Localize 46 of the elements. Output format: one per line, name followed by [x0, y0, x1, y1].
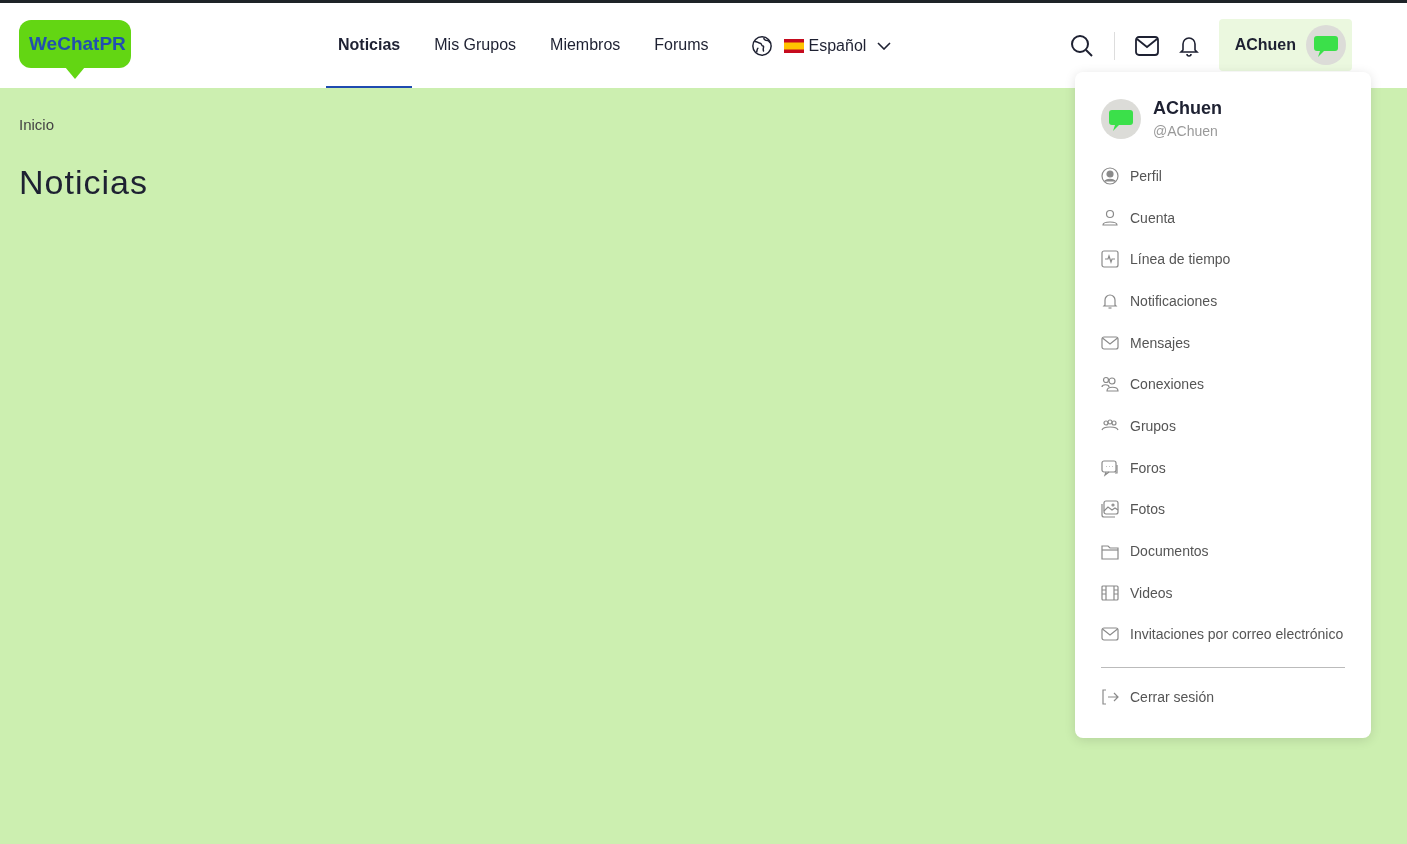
user-handle: @AChuen — [1153, 123, 1219, 139]
logout-link[interactable]: Cerrar sesión — [1130, 689, 1215, 706]
menu-item[interactable]: Videos — [1130, 584, 1173, 601]
logo[interactable]: WeChatPR — [19, 20, 131, 79]
nav-link[interactable]: Miembros — [538, 3, 633, 88]
chat-icon — [1101, 458, 1119, 477]
nav-link[interactable]: Forums — [642, 3, 721, 88]
envelope-icon — [1101, 625, 1119, 644]
page-title: Noticias — [19, 163, 148, 202]
bell-icon[interactable] — [1178, 34, 1199, 57]
image-icon — [1101, 500, 1119, 519]
globe-icon[interactable] — [750, 34, 773, 57]
menu-item[interactable]: Notificaciones — [1130, 292, 1218, 309]
menu-item[interactable]: Cuenta — [1130, 209, 1176, 226]
language-selector[interactable]: Español — [808, 36, 867, 55]
bell-icon — [1101, 291, 1119, 310]
menu-item[interactable]: Grupos — [1130, 417, 1176, 434]
envelope-icon[interactable] — [1134, 35, 1159, 56]
menu-item[interactable]: Perfil — [1130, 167, 1162, 184]
search-icon[interactable] — [1069, 33, 1094, 58]
user-name: AChuen — [1153, 98, 1222, 119]
menu-item[interactable]: Conexiones — [1130, 376, 1204, 393]
spain-flag-icon — [783, 38, 804, 53]
profile-icon — [1101, 166, 1119, 185]
folder-icon — [1101, 542, 1119, 561]
avatar-icon — [1306, 24, 1346, 65]
logo-text: WeChatPR — [19, 20, 131, 68]
film-icon — [1101, 583, 1119, 602]
user-menu-button[interactable]: AChuen — [1218, 18, 1352, 71]
menu-item[interactable]: Invitaciones por correo electrónico — [1130, 626, 1344, 643]
menu-item[interactable]: Fotos — [1130, 501, 1165, 518]
nav-link[interactable]: Noticias — [326, 3, 413, 88]
menu-item[interactable]: Línea de tiempo — [1130, 251, 1231, 268]
chevron-down-icon[interactable] — [877, 41, 892, 50]
breadcrumb-link[interactable]: Inicio — [19, 116, 55, 133]
menu-item[interactable]: Documentos — [1130, 543, 1209, 560]
people-icon — [1101, 375, 1119, 394]
menu-item[interactable]: Mensajes — [1130, 334, 1190, 351]
activity-icon — [1101, 250, 1119, 269]
envelope-icon — [1101, 333, 1119, 352]
avatar-icon — [1101, 98, 1141, 139]
logout-icon — [1101, 688, 1119, 707]
menu-item[interactable]: Foros — [1130, 459, 1166, 476]
speech-tail-icon — [65, 67, 85, 79]
nav-link[interactable]: Mis Grupos — [422, 3, 529, 88]
person-icon — [1101, 208, 1119, 227]
